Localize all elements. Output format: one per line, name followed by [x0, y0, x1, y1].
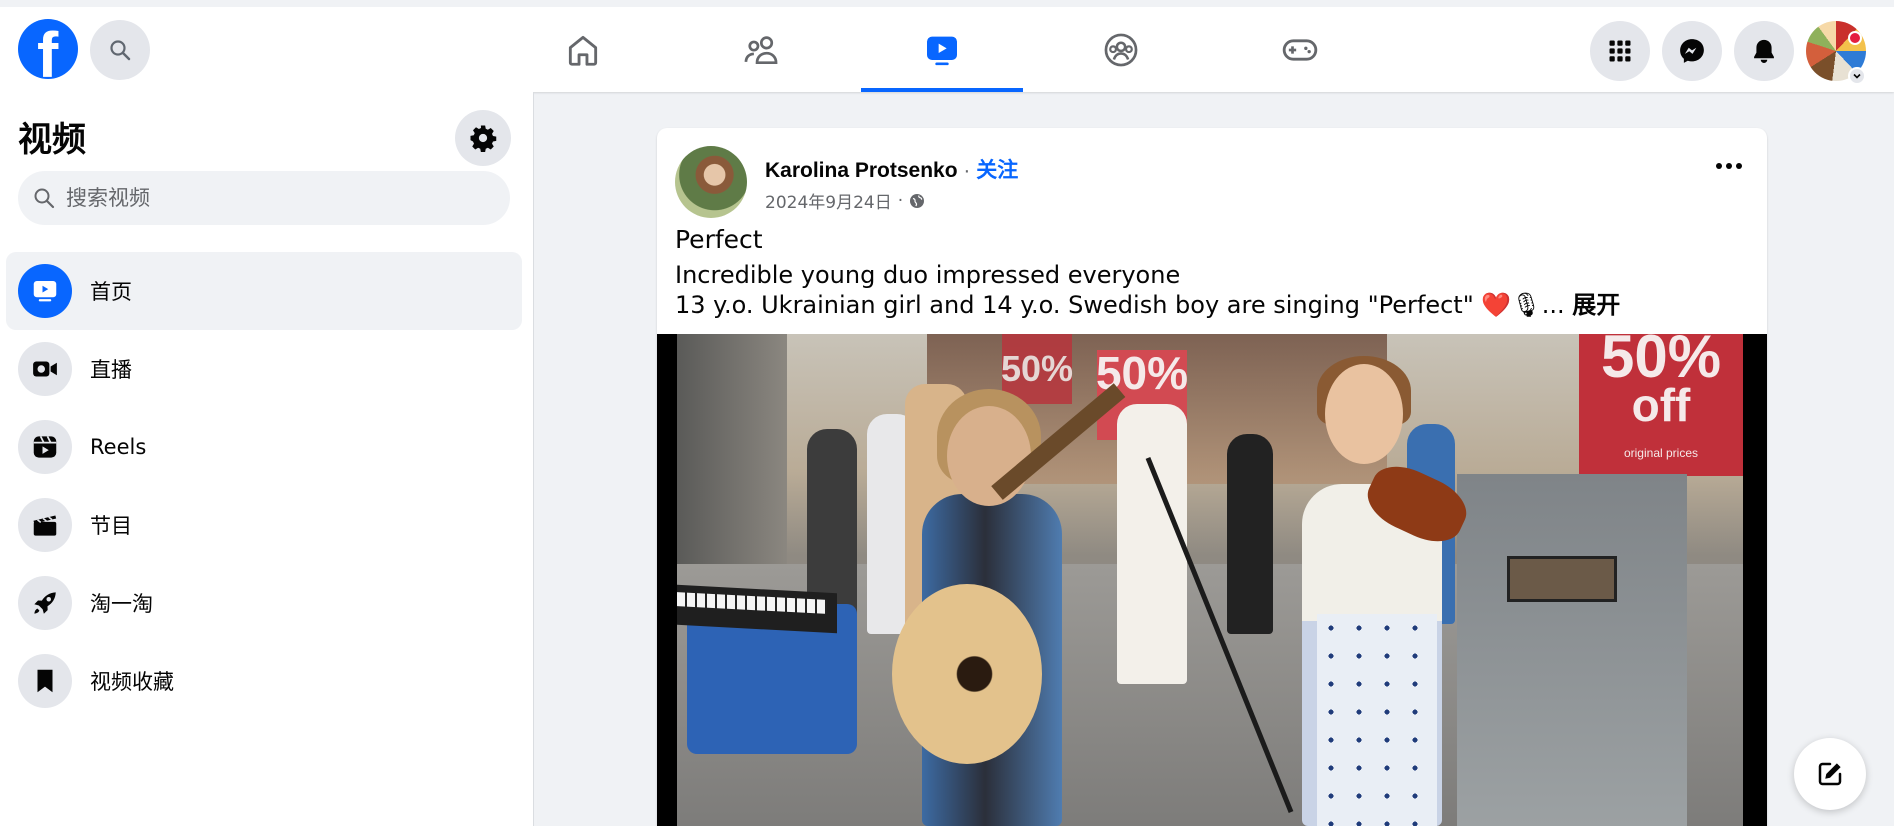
floral-dress — [1317, 614, 1437, 826]
chevron-down-icon — [1853, 73, 1861, 79]
boy-face — [947, 406, 1031, 506]
nav-tab-groups[interactable] — [1040, 7, 1202, 92]
sidebar-icon-wrap — [18, 342, 72, 396]
search-icon — [34, 188, 55, 209]
booth-window — [1507, 556, 1617, 602]
sidebar-item-explore[interactable]: 淘一淘 — [6, 564, 522, 642]
sidebar-icon-wrap — [18, 264, 72, 318]
author-avatar[interactable] — [675, 146, 747, 218]
gaming-icon — [1282, 38, 1318, 61]
post-options-button[interactable] — [1709, 146, 1749, 186]
video-sidebar: 视频 首页 直播 Reels 节目 淘一淘 — [0, 92, 534, 826]
sidebar-item-home[interactable]: 首页 — [6, 252, 522, 330]
facebook-logo[interactable]: f — [18, 19, 78, 79]
vending-booth — [1457, 474, 1687, 826]
menu-grid-icon — [1609, 40, 1631, 62]
rocket-icon — [34, 592, 56, 614]
search-icon — [110, 40, 131, 61]
sidebar-icon-wrap — [18, 576, 72, 630]
sign-text: 50% — [1000, 348, 1074, 389]
author-name[interactable]: Karolina Protsenko — [765, 159, 958, 182]
logo-letter: f — [37, 19, 59, 79]
sidebar-item-label: 首页 — [90, 280, 132, 304]
nav-tab-video[interactable] — [861, 7, 1023, 92]
sidebar-item-label: Reels — [90, 435, 147, 459]
video-icon — [927, 36, 957, 65]
live-camera-icon — [33, 361, 57, 377]
sidebar-item-reels[interactable]: Reels — [6, 408, 522, 486]
video-search-box[interactable] — [18, 171, 510, 225]
sidebar-item-saved-videos[interactable]: 视频收藏 — [6, 642, 522, 720]
follow-link[interactable]: 关注 — [976, 158, 1018, 182]
nav-tab-home[interactable] — [502, 7, 664, 92]
bell-icon — [1754, 39, 1774, 64]
post-date[interactable]: 2024年9月24日 — [765, 188, 892, 213]
expand-link[interactable]: 展开 — [1572, 291, 1620, 319]
post-meta: 2024年9月24日 · — [765, 188, 925, 213]
video-post-card: Karolina Protsenko · 关注 2024年9月24日 · Per… — [657, 128, 1767, 826]
home-icon — [568, 35, 598, 66]
messenger-button[interactable] — [1662, 21, 1722, 81]
ellipsis: ... — [1541, 291, 1573, 319]
groups-icon — [1104, 33, 1138, 66]
notifications-button[interactable] — [1734, 21, 1794, 81]
messenger-icon — [1680, 39, 1704, 63]
meta-separator: · — [897, 190, 904, 211]
guitar — [892, 584, 1042, 764]
friends-icon — [744, 35, 778, 64]
separator-dot: · — [963, 159, 971, 182]
search-button[interactable] — [90, 20, 150, 80]
heart-emoji: ❤️ — [1481, 291, 1512, 319]
bystander — [1227, 434, 1273, 634]
sign-text: 50% — [1600, 334, 1722, 390]
description-line-1: Incredible young duo impressed everyone — [675, 261, 1181, 289]
description-line-2: 13 y.o. Ukrainian girl and 14 y.o. Swedi… — [675, 290, 1620, 320]
post-title: Perfect — [675, 225, 763, 254]
post-description: Incredible young duo impressed everyone … — [675, 260, 1620, 320]
sidebar-icon-wrap — [18, 420, 72, 474]
top-navigation-bar: f — [0, 0, 1894, 92]
microphone-emoji: 🎙 — [1511, 291, 1542, 319]
sign-subtext: off — [1631, 379, 1691, 431]
sign-note: original prices — [1623, 446, 1699, 460]
video-home-icon — [33, 281, 57, 302]
more-horizontal-icon — [1716, 163, 1742, 169]
video-search-input[interactable] — [66, 186, 486, 210]
notification-dot — [1848, 31, 1862, 45]
video-player[interactable]: 50% 50%off 50%offoriginal prices — [657, 334, 1767, 826]
sidebar-item-live[interactable]: 直播 — [6, 330, 522, 408]
sidebar-item-shows[interactable]: 节目 — [6, 486, 522, 564]
sidebar-item-label: 节目 — [90, 514, 132, 538]
girl-face — [1325, 364, 1403, 464]
sidebar-item-label: 直播 — [90, 358, 132, 382]
description-text: 13 y.o. Ukrainian girl and 14 y.o. Swedi… — [675, 291, 1482, 319]
bystander — [1117, 404, 1187, 684]
new-message-button[interactable] — [1794, 738, 1866, 810]
sidebar-icon-wrap — [18, 654, 72, 708]
bookmark-icon — [37, 669, 53, 693]
globe-icon — [910, 193, 925, 208]
post-header-line: Karolina Protsenko · 关注 — [765, 154, 1018, 184]
sidebar-icon-wrap — [18, 498, 72, 552]
sidebar-title: 视频 — [18, 120, 86, 160]
video-frame: 50% 50%off 50%offoriginal prices — [677, 334, 1743, 826]
sale-sign: 50% off original prices — [1579, 334, 1743, 476]
account-menu-toggle[interactable] — [1848, 67, 1866, 85]
nav-tab-friends[interactable] — [680, 7, 842, 92]
reels-icon — [33, 435, 57, 458]
clapperboard-icon — [33, 515, 57, 536]
menu-button[interactable] — [1590, 21, 1650, 81]
sidebar-item-label: 淘一淘 — [90, 592, 153, 616]
compose-icon — [1818, 762, 1842, 786]
sidebar-item-label: 视频收藏 — [90, 670, 174, 694]
nav-tab-gaming[interactable] — [1219, 7, 1381, 92]
settings-button[interactable] — [455, 110, 511, 166]
gear-icon — [470, 125, 497, 152]
